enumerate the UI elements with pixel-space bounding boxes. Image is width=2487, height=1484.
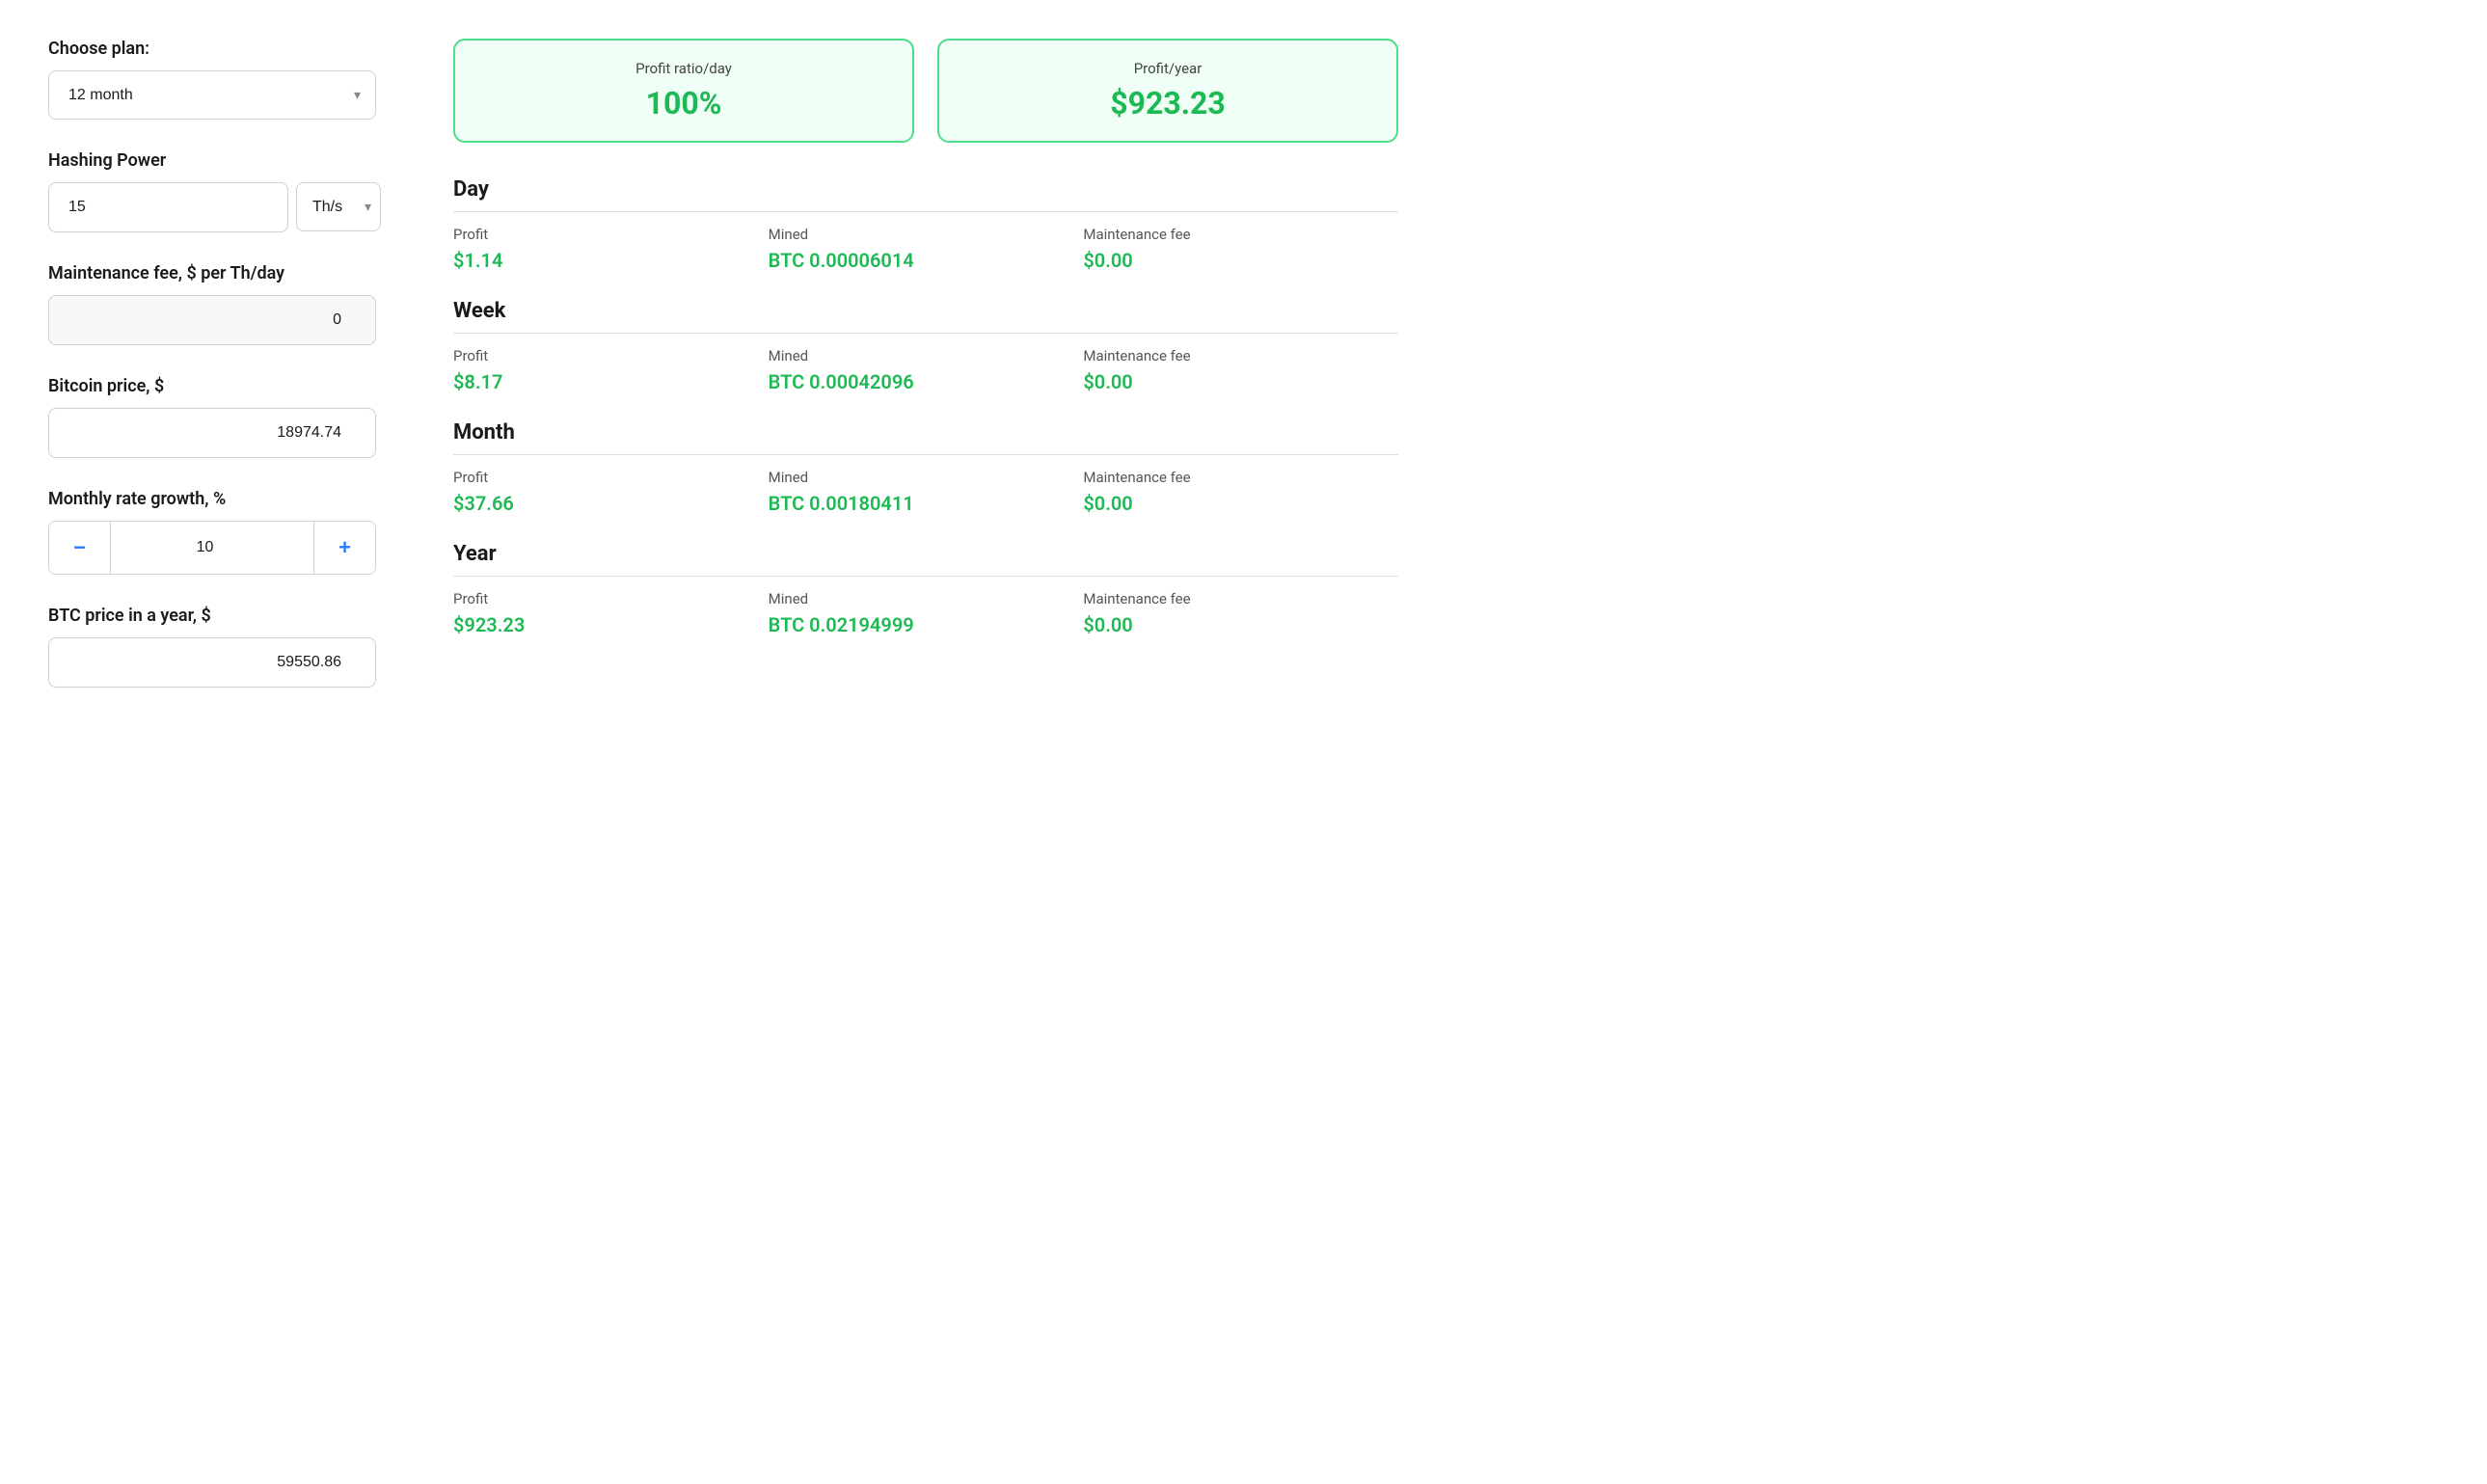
period-section-day: Day Profit $1.14 Mined BTC 0.00006014 Ma… <box>453 177 1398 272</box>
stat-profit-day: Profit $1.14 <box>453 226 769 272</box>
period-section-month: Month Profit $37.66 Mined BTC 0.00180411… <box>453 420 1398 515</box>
profit-ratio-card: Profit ratio/day 100% <box>453 39 914 143</box>
main-layout: Choose plan: 12 month 6 month 3 month 1 … <box>48 39 1398 718</box>
profit-label: Profit <box>453 347 769 364</box>
stat-profit-year: Profit $923.23 <box>453 590 769 636</box>
period-title-week: Week <box>453 299 1398 334</box>
profit-value: $37.66 <box>453 492 769 515</box>
bitcoin-price-group: Bitcoin price, $ <box>48 376 376 458</box>
mined-label: Mined <box>769 226 1084 243</box>
period-stats-year: Profit $923.23 Mined BTC 0.02194999 Main… <box>453 590 1398 636</box>
profit-year-value: $923.23 <box>962 85 1373 121</box>
monthly-rate-label: Monthly rate growth, % <box>48 489 376 509</box>
stat-mined-week: Mined BTC 0.00042096 <box>769 347 1084 393</box>
fee-value: $0.00 <box>1083 249 1398 272</box>
period-stats-month: Profit $37.66 Mined BTC 0.00180411 Maint… <box>453 469 1398 515</box>
period-section-week: Week Profit $8.17 Mined BTC 0.00042096 M… <box>453 299 1398 393</box>
hashing-power-label: Hashing Power <box>48 150 376 171</box>
mined-value: BTC 0.02194999 <box>769 613 1084 636</box>
hashing-power-group: Hashing Power Th/s Ph/s Gh/s ▾ <box>48 150 376 232</box>
btc-price-year-input[interactable] <box>48 637 376 688</box>
fee-value: $0.00 <box>1083 492 1398 515</box>
period-stats-week: Profit $8.17 Mined BTC 0.00042096 Mainte… <box>453 347 1398 393</box>
fee-value: $0.00 <box>1083 370 1398 393</box>
monthly-rate-increase-button[interactable]: + <box>313 522 375 574</box>
profit-value: $923.23 <box>453 613 769 636</box>
monthly-rate-input[interactable] <box>111 522 313 574</box>
left-panel: Choose plan: 12 month 6 month 3 month 1 … <box>48 39 376 718</box>
mined-value: BTC 0.00006014 <box>769 249 1084 272</box>
profit-ratio-value: 100% <box>478 85 889 121</box>
profit-value: $1.14 <box>453 249 769 272</box>
period-stats-day: Profit $1.14 Mined BTC 0.00006014 Mainte… <box>453 226 1398 272</box>
summary-cards: Profit ratio/day 100% Profit/year $923.2… <box>453 39 1398 143</box>
period-title-day: Day <box>453 177 1398 212</box>
plan-select-wrapper: 12 month 6 month 3 month 1 month ▾ <box>48 70 376 120</box>
plan-select[interactable]: 12 month 6 month 3 month 1 month <box>48 70 376 120</box>
bitcoin-price-label: Bitcoin price, $ <box>48 376 376 396</box>
stat-fee-day: Maintenance fee $0.00 <box>1083 226 1398 272</box>
maintenance-fee-group: Maintenance fee, $ per Th/day <box>48 263 376 345</box>
choose-plan-label: Choose plan: <box>48 39 376 59</box>
maintenance-fee-input[interactable] <box>48 295 376 345</box>
mined-label: Mined <box>769 347 1084 364</box>
unit-select[interactable]: Th/s Ph/s Gh/s <box>296 182 381 231</box>
mined-label: Mined <box>769 469 1084 486</box>
profit-value: $8.17 <box>453 370 769 393</box>
periods-container: Day Profit $1.14 Mined BTC 0.00006014 Ma… <box>453 177 1398 636</box>
stat-profit-week: Profit $8.17 <box>453 347 769 393</box>
profit-year-card: Profit/year $923.23 <box>937 39 1398 143</box>
fee-label: Maintenance fee <box>1083 590 1398 607</box>
period-section-year: Year Profit $923.23 Mined BTC 0.02194999… <box>453 542 1398 636</box>
stat-mined-year: Mined BTC 0.02194999 <box>769 590 1084 636</box>
fee-label: Maintenance fee <box>1083 347 1398 364</box>
stat-fee-year: Maintenance fee $0.00 <box>1083 590 1398 636</box>
bitcoin-price-input[interactable] <box>48 408 376 458</box>
fee-label: Maintenance fee <box>1083 469 1398 486</box>
mined-value: BTC 0.00180411 <box>769 492 1084 515</box>
stat-mined-month: Mined BTC 0.00180411 <box>769 469 1084 515</box>
unit-select-wrapper: Th/s Ph/s Gh/s ▾ <box>296 182 381 232</box>
profit-year-label: Profit/year <box>962 60 1373 77</box>
mined-label: Mined <box>769 590 1084 607</box>
period-title-year: Year <box>453 542 1398 577</box>
hashing-power-input[interactable] <box>48 182 288 232</box>
fee-value: $0.00 <box>1083 613 1398 636</box>
stat-fee-week: Maintenance fee $0.00 <box>1083 347 1398 393</box>
profit-label: Profit <box>453 590 769 607</box>
mined-value: BTC 0.00042096 <box>769 370 1084 393</box>
fee-label: Maintenance fee <box>1083 226 1398 243</box>
hashing-row: Th/s Ph/s Gh/s ▾ <box>48 182 376 232</box>
maintenance-fee-label: Maintenance fee, $ per Th/day <box>48 263 376 283</box>
stat-profit-month: Profit $37.66 <box>453 469 769 515</box>
profit-ratio-label: Profit ratio/day <box>478 60 889 77</box>
period-title-month: Month <box>453 420 1398 455</box>
stat-fee-month: Maintenance fee $0.00 <box>1083 469 1398 515</box>
stat-mined-day: Mined BTC 0.00006014 <box>769 226 1084 272</box>
monthly-rate-decrease-button[interactable]: − <box>49 522 111 574</box>
btc-price-year-group: BTC price in a year, $ <box>48 606 376 688</box>
profit-label: Profit <box>453 469 769 486</box>
monthly-rate-group: Monthly rate growth, % − + <box>48 489 376 575</box>
right-panel: Profit ratio/day 100% Profit/year $923.2… <box>453 39 1398 718</box>
choose-plan-group: Choose plan: 12 month 6 month 3 month 1 … <box>48 39 376 120</box>
btc-price-year-label: BTC price in a year, $ <box>48 606 376 626</box>
profit-label: Profit <box>453 226 769 243</box>
monthly-rate-stepper: − + <box>48 521 376 575</box>
